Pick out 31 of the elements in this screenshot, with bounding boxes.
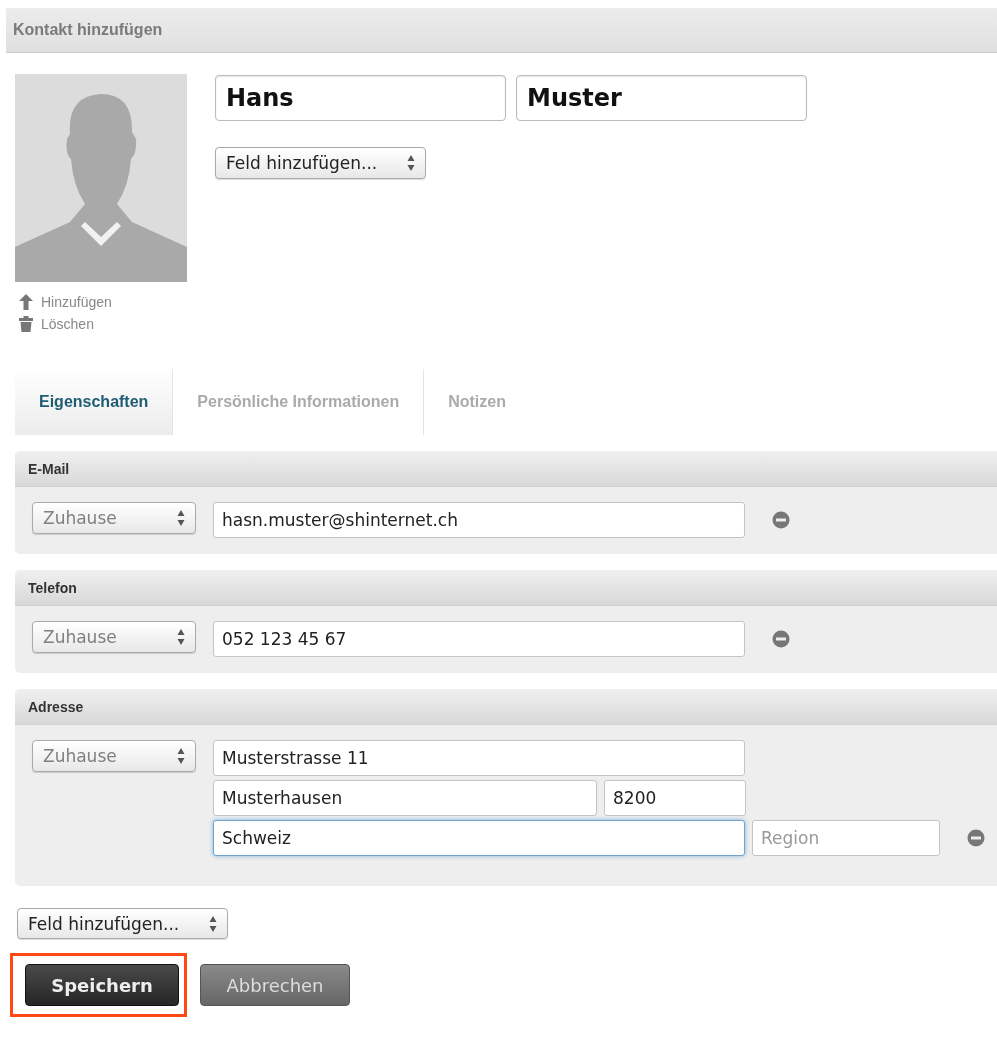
input-field[interactable]: 052 123 45 67 — [213, 621, 745, 657]
save-button[interactable]: Speichern — [25, 964, 179, 1006]
name-field[interactable]: Hans — [215, 75, 506, 121]
input-field[interactable]: 8200 — [604, 780, 746, 816]
remove-icon[interactable] — [772, 630, 790, 648]
input-field[interactable]: Musterhausen — [213, 780, 597, 816]
updown-arrows-icon — [209, 914, 217, 933]
remove-icon[interactable] — [772, 511, 790, 529]
name-field[interactable]: Muster — [516, 75, 807, 121]
input-field[interactable]: Musterstrasse 11 — [213, 740, 745, 776]
delete-link[interactable]: Löschen — [41, 316, 94, 332]
updown-arrows-icon — [177, 747, 185, 765]
type-select[interactable]: Zuhause — [32, 502, 196, 534]
add-field-select[interactable]: Feld hinzufügen... — [215, 147, 426, 179]
upload-link[interactable]: Hinzufügen — [41, 294, 112, 310]
input-field[interactable]: Schweiz — [213, 820, 745, 856]
remove-icon[interactable] — [967, 829, 985, 847]
section-title: Adresse — [28, 698, 84, 715]
arrow-up-icon — [19, 294, 33, 310]
input-field[interactable]: hasn.muster@shinternet.ch — [213, 502, 745, 538]
section-title: E-Mail — [28, 460, 70, 477]
updown-arrows-icon — [407, 154, 415, 172]
trash-icon — [19, 316, 33, 332]
section-title: Telefon — [28, 579, 77, 596]
add-field-select[interactable]: Feld hinzufügen... — [17, 908, 228, 939]
page-title: Kontakt hinzufügen — [13, 21, 163, 39]
type-select[interactable]: Zuhause — [32, 740, 196, 772]
updown-arrows-icon — [177, 509, 185, 527]
type-select[interactable]: Zuhause — [32, 621, 196, 653]
input-field[interactable]: Region — [752, 820, 940, 856]
updown-arrows-icon — [177, 628, 185, 646]
